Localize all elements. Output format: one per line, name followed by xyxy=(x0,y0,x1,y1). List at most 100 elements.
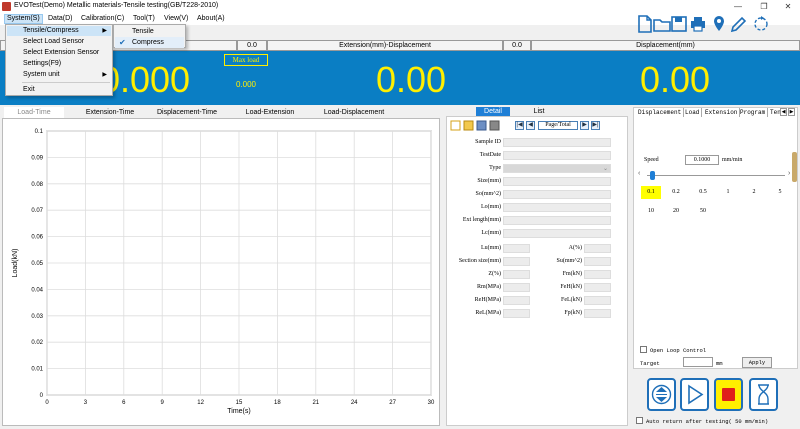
open-loop-checkbox[interactable] xyxy=(640,346,647,353)
result-value xyxy=(503,270,530,279)
x-tick-label: 24 xyxy=(351,400,358,406)
target-input[interactable] xyxy=(683,357,713,367)
menu-view[interactable]: View(V) xyxy=(162,14,190,24)
edit-pencil-icon[interactable] xyxy=(729,14,747,34)
print-icon[interactable] xyxy=(689,14,707,34)
chevron-down-icon: ⌄ xyxy=(602,166,608,172)
next-page-button[interactable]: ▶ xyxy=(580,121,589,130)
tab-displacement-control[interactable]: Displacement xyxy=(636,108,685,117)
field-input[interactable] xyxy=(503,203,611,212)
field-input[interactable] xyxy=(503,229,611,238)
result-value xyxy=(503,296,530,305)
speed-option[interactable]: 0.1 xyxy=(641,186,661,199)
menu-option-settings[interactable]: Settings(F9) xyxy=(7,59,111,69)
close-button[interactable]: ✕ xyxy=(778,1,798,12)
tab-scroll-left-button[interactable]: ◀ xyxy=(780,108,787,116)
result-value xyxy=(584,296,611,305)
menu-option-tensile-compress[interactable]: Tensile/Compress ▶ xyxy=(7,26,111,36)
open-folder-icon[interactable] xyxy=(653,14,671,34)
speed-slider-track[interactable] xyxy=(647,175,785,176)
menu-divider xyxy=(22,82,110,83)
result-label: Fp(kN) xyxy=(564,310,582,316)
tab-load-time[interactable]: Load-Time xyxy=(4,107,64,118)
speed-option[interactable]: 50 xyxy=(693,205,713,218)
displacement-peak-value: 0.0 xyxy=(503,40,531,51)
tab-scroll-right-button[interactable]: ▶ xyxy=(788,108,795,116)
tab-load-displacement[interactable]: Load-Displacement xyxy=(316,107,392,118)
chevron-right-icon: ▶ xyxy=(102,72,107,78)
submenu-option-compress[interactable]: ✔ Compress xyxy=(115,37,184,48)
speed-option[interactable]: 0.2 xyxy=(666,186,686,199)
tab-load-extension[interactable]: Load-Extension xyxy=(238,107,302,118)
speed-input[interactable]: 0.1000 xyxy=(685,155,719,165)
auto-return-checkbox[interactable] xyxy=(636,417,643,424)
tab-displacement-time[interactable]: Displacement-Time xyxy=(154,107,220,118)
menu-option-system-unit[interactable]: System unit ▶ xyxy=(7,70,111,80)
save-icon[interactable] xyxy=(670,14,688,34)
field-input[interactable] xyxy=(503,177,611,186)
y-tick-label: 0.01 xyxy=(31,367,43,373)
menu-tool[interactable]: Tool(T) xyxy=(131,14,157,24)
field-label: Sample ID xyxy=(475,139,501,145)
result-label: Lu(mm) xyxy=(481,245,501,251)
pause-hold-button[interactable] xyxy=(749,378,778,411)
speed-option[interactable]: 1 xyxy=(718,186,738,199)
field-input[interactable] xyxy=(503,138,611,147)
menu-system[interactable]: System(S) xyxy=(4,14,43,24)
start-test-button[interactable] xyxy=(680,378,709,411)
speed-option[interactable]: 0.5 xyxy=(693,186,713,199)
apply-button[interactable]: Apply xyxy=(742,357,772,368)
panel-scrollbar[interactable] xyxy=(792,152,797,182)
displacement-readout-value: 0.00 xyxy=(639,59,711,100)
new-file-icon[interactable] xyxy=(636,14,654,34)
speed-option[interactable]: 20 xyxy=(666,205,686,218)
menu-calibration[interactable]: Calibration(C) xyxy=(79,14,126,24)
field-input[interactable] xyxy=(503,216,611,225)
menu-about[interactable]: About(A) xyxy=(195,14,227,24)
speed-option[interactable]: 10 xyxy=(641,205,661,218)
result-label: ReL(MPa) xyxy=(475,310,501,316)
crosshead-adjust-button[interactable] xyxy=(647,378,676,411)
minimize-button[interactable]: — xyxy=(728,1,748,12)
menu-option-exit[interactable]: Exit xyxy=(7,85,111,95)
system-dropdown-menu: Tensile/Compress ▶ Select Load Sensor Se… xyxy=(5,24,113,96)
tab-extension-control[interactable]: Extension xyxy=(703,108,741,117)
detail-toolbar-icons[interactable] xyxy=(450,120,504,131)
tab-program-control[interactable]: Program xyxy=(738,108,769,117)
speed-option[interactable]: 2 xyxy=(744,186,764,199)
submenu-option-tensile[interactable]: Tensile xyxy=(115,26,184,37)
x-tick-label: 0 xyxy=(45,400,49,406)
slider-left-arrow-icon[interactable]: ‹ xyxy=(638,170,640,177)
rotate-view-icon[interactable] xyxy=(751,14,771,34)
chart-area: 0 3 6 9 12 15 18 21 24 27 30 0 0.01 0.02 0.03 0.04 0.05 0… xyxy=(2,118,440,426)
y-tick-label: 0.03 xyxy=(31,314,43,320)
slider-right-arrow-icon[interactable]: › xyxy=(788,170,790,177)
load-time-chart: 0 3 6 9 12 15 18 21 24 27 30 0 0.01 0.02 0.03 0.04 0.05 0… xyxy=(12,129,435,415)
max-load-button[interactable]: Max load xyxy=(224,54,268,66)
last-page-button[interactable]: ▶| xyxy=(591,121,600,130)
window-title: EVOTest(Demo) Metallic materials-Tensile… xyxy=(14,2,219,9)
stop-test-button[interactable] xyxy=(714,378,743,411)
tab-extension-time[interactable]: Extension-Time xyxy=(76,107,144,118)
field-input[interactable] xyxy=(503,190,611,199)
tab-load-control[interactable]: Load xyxy=(683,108,703,117)
speed-option[interactable]: 5 xyxy=(770,186,790,199)
result-label: Fm(kN) xyxy=(562,271,582,277)
stop-icon xyxy=(722,388,735,401)
result-value xyxy=(503,309,530,318)
menu-option-select-extension-sensor[interactable]: Select Extension Sensor xyxy=(7,48,111,58)
menu-data[interactable]: Data(D) xyxy=(46,14,75,24)
menu-option-select-load-sensor[interactable]: Select Load Sensor xyxy=(7,37,111,47)
prev-page-button[interactable]: ◀ xyxy=(526,121,535,130)
type-select[interactable]: ⌄ xyxy=(503,164,611,173)
result-value xyxy=(503,244,530,253)
maximize-button[interactable]: ❐ xyxy=(754,1,774,12)
first-page-button[interactable]: |◀ xyxy=(515,121,524,130)
location-pin-icon[interactable] xyxy=(710,14,728,34)
field-label: Lo(mm) xyxy=(481,204,501,210)
field-input[interactable] xyxy=(503,151,611,160)
speed-slider-thumb[interactable] xyxy=(650,171,655,180)
page-indicator: Page/Total xyxy=(538,121,578,130)
speed-unit-label: mm/min xyxy=(722,157,743,163)
x-axis-label: Time(s) xyxy=(227,408,250,415)
